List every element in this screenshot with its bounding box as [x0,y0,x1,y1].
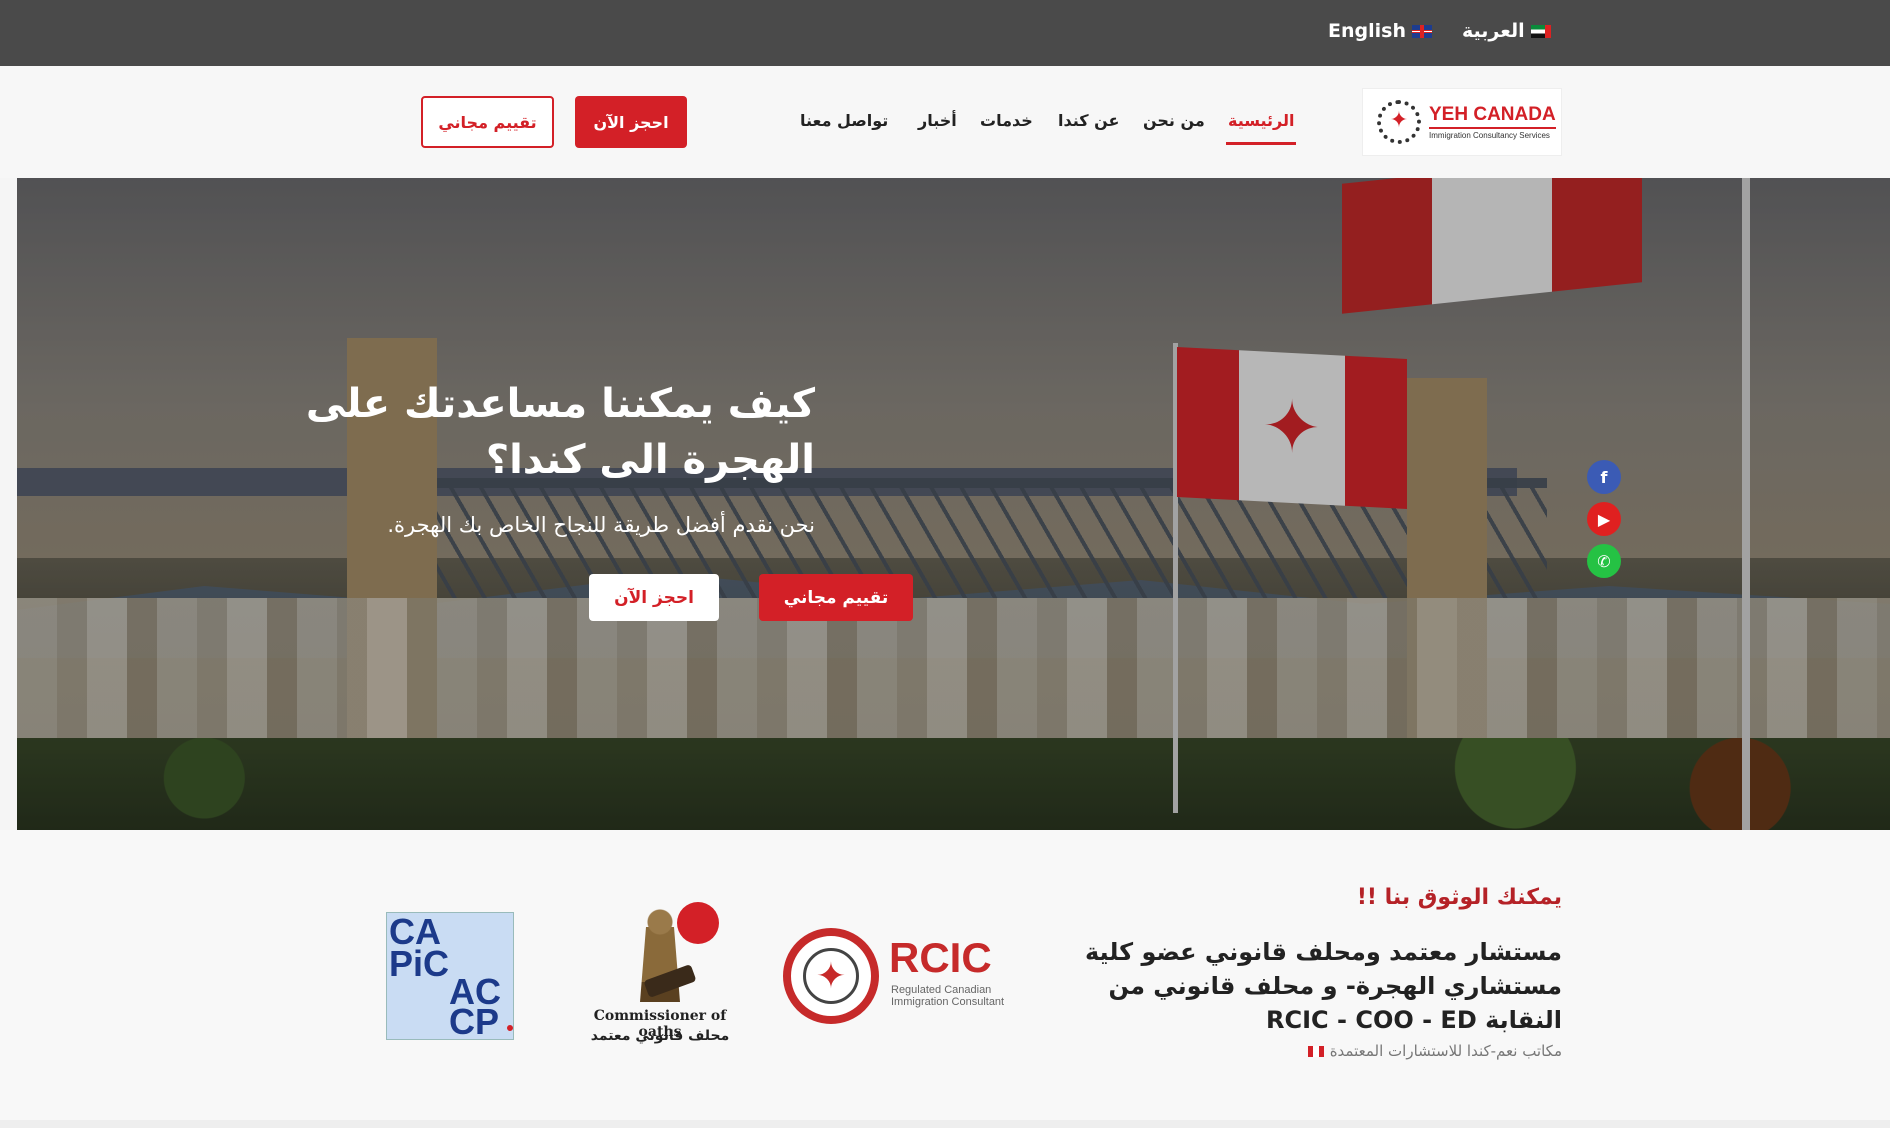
trust-section: يمكنك الوثوق بنا !! مستشار معتمد ومحلف ق… [0,830,1890,1128]
nav-active-indicator [1226,142,1296,145]
capic-dot [507,1025,513,1031]
capic-text-4: CP [449,1001,500,1042]
trust-caption: مكاتب نعم-كندا للاستشارات المعتمدة [1307,1042,1562,1060]
lang-english-label: English [1328,20,1406,42]
nav-home[interactable]: الرئيسية [1228,111,1295,130]
trust-caption-text: مكاتب نعم-كندا للاستشارات المعتمدة [1329,1042,1562,1060]
youtube-icon[interactable]: ▶ [1587,502,1621,536]
hero-book-now-button[interactable]: احجز الآن [589,574,719,621]
uae-flag-icon [1530,24,1551,38]
nav-about-us[interactable]: من نحن [1143,111,1205,130]
lang-english-link[interactable]: English [1328,20,1432,42]
canada-flag-icon [1307,1045,1324,1057]
whatsapp-icon[interactable]: ✆ [1587,544,1621,578]
site-logo[interactable]: ✦ YEH CANADA Immigration Consultancy Ser… [1362,88,1562,156]
trust-description: مستشار معتمد ومحلف قانوني عضو كلية مستشا… [1085,938,1562,1034]
rcic-title: RCIC [889,934,992,981]
oath-arabic-label: محلف قانوني معتمد [590,1028,730,1044]
free-assessment-button[interactable]: تقييم مجاني [421,96,554,148]
hero-free-assessment-button[interactable]: تقييم مجاني [759,574,913,621]
logo-subtitle: Immigration Consultancy Services [1429,131,1550,140]
hero-subtitle: نحن نقدم أفضل طريقة للنجاح الخاص بك الهج… [387,513,815,537]
hero-title: كيف يمكننا مساعدتك على الهجرة الى كندا؟ [305,381,815,483]
book-now-button[interactable]: احجز الآن [575,96,687,148]
nav-contact[interactable]: تواصل معنا [800,111,888,130]
main-navbar: ✦ YEH CANADA Immigration Consultancy Ser… [0,66,1890,178]
nav-services[interactable]: خدمات [980,111,1033,130]
logo-maple-icon: ✦ [1373,96,1425,148]
trust-title: يمكنك الوثوق بنا !! [1356,885,1562,910]
capic-text-2: PiC [389,943,450,984]
logo-title: YEH CANADA [1429,104,1556,129]
nav-about-canada[interactable]: عن كندا [1058,111,1119,130]
facebook-icon[interactable]: f [1587,460,1621,494]
rcic-subtitle: Regulated Canadian Immigration Consultan… [891,984,1005,1008]
lang-arabic-link[interactable]: العربية [1462,20,1551,42]
oath-seal-icon [677,902,719,944]
language-bar: English العربية [0,0,1890,66]
lang-arabic-label: العربية [1462,20,1525,42]
rcic-badge: ✦ RCIC Regulated Canadian Immigration Co… [783,928,1023,1028]
rcic-seal-icon: ✦ [783,928,879,1024]
capic-logo: CA PiC AC CP [386,912,514,1040]
commissioner-of-oaths-badge: Commissioner of oaths محلف قانوني معتمد [585,902,735,1052]
page-bottom-divider [0,1120,1890,1128]
uk-flag-icon [1411,24,1432,38]
nav-news[interactable]: أخبار [918,111,957,130]
